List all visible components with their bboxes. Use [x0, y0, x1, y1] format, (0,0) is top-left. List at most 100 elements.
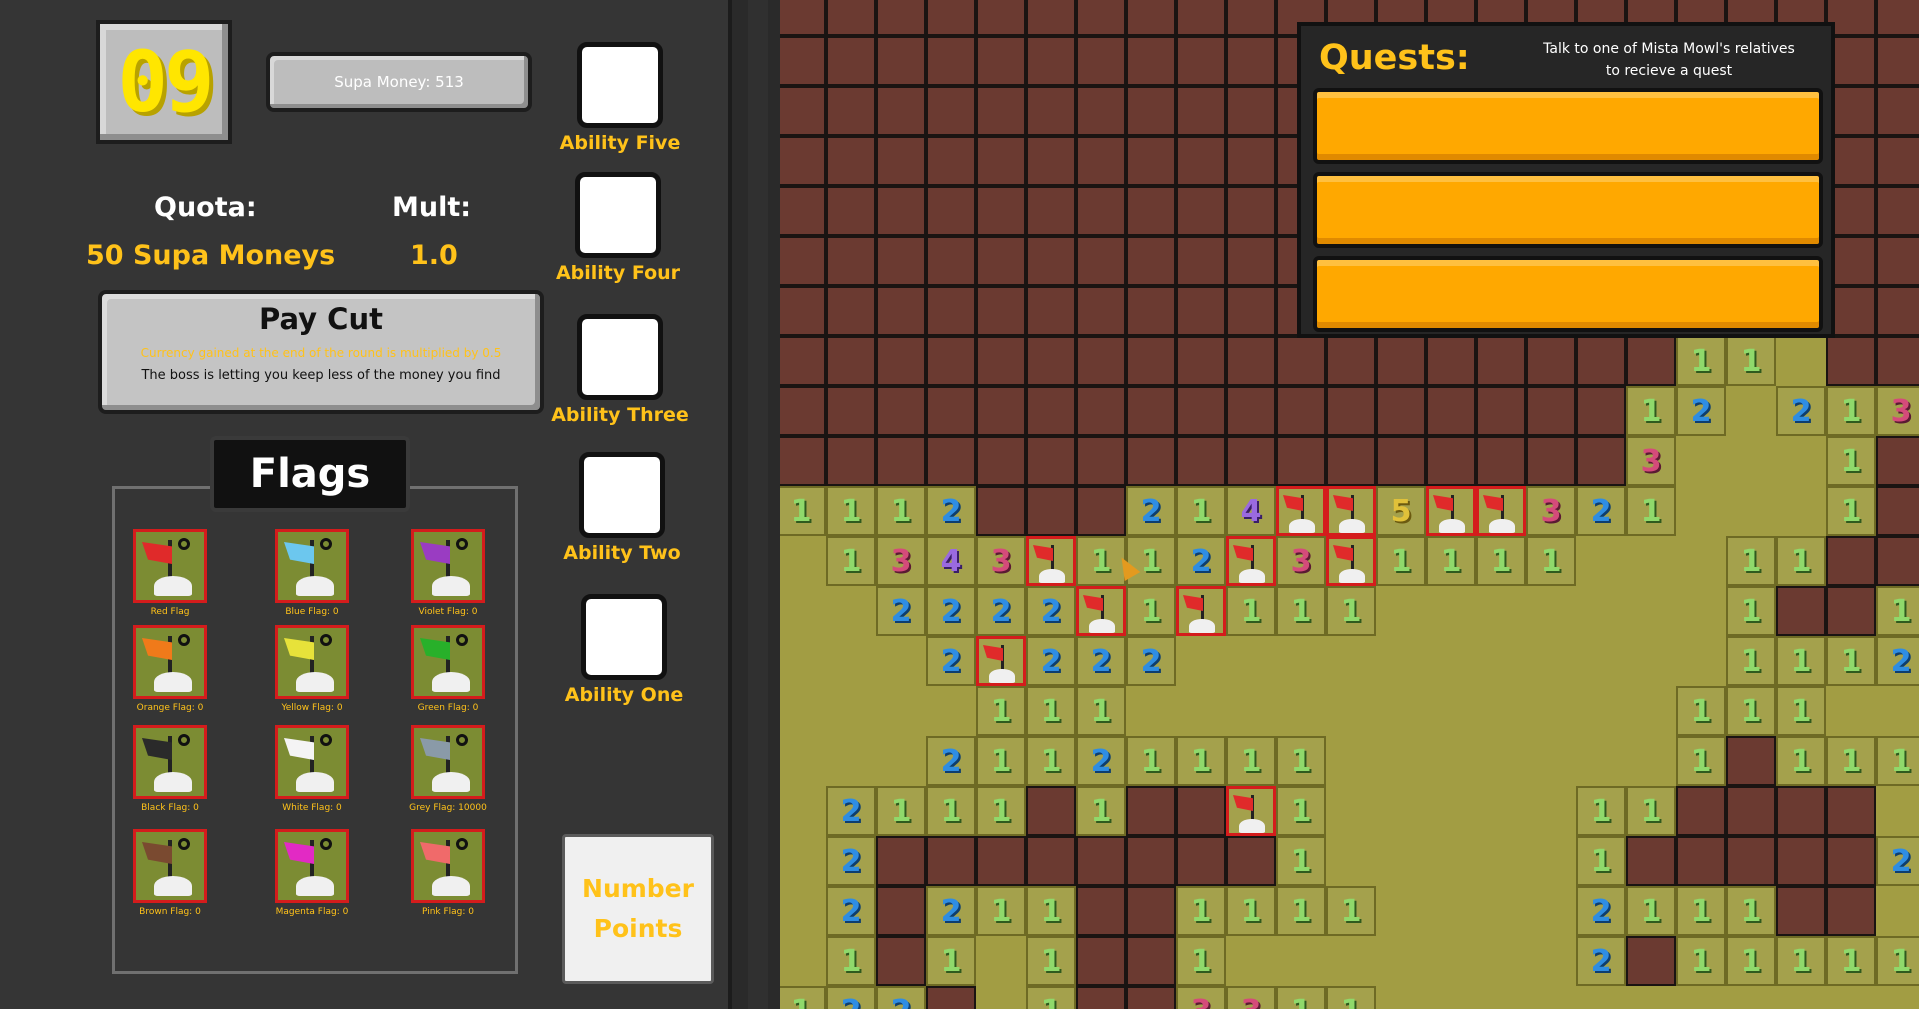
hidden-tile[interactable]	[1076, 386, 1126, 436]
number-tile[interactable]: 1	[1726, 936, 1776, 986]
hidden-tile[interactable]	[1476, 336, 1526, 386]
hidden-tile[interactable]	[1026, 236, 1076, 286]
number-tile[interactable]: 1	[1626, 486, 1676, 536]
hidden-tile[interactable]	[1276, 336, 1326, 386]
number-tile[interactable]: 1	[1476, 536, 1526, 586]
hidden-tile[interactable]	[1626, 836, 1676, 886]
number-tile[interactable]: 1	[1326, 586, 1376, 636]
hidden-tile[interactable]	[876, 186, 926, 236]
hidden-tile[interactable]	[876, 436, 926, 486]
hidden-tile[interactable]	[826, 436, 876, 486]
number-tile[interactable]: 1	[1676, 886, 1726, 936]
hidden-tile[interactable]	[1026, 486, 1076, 536]
number-tile[interactable]: 3	[876, 536, 926, 586]
hidden-tile[interactable]	[1826, 536, 1876, 586]
hidden-tile[interactable]	[1226, 186, 1276, 236]
number-tile[interactable]: 1	[1026, 886, 1076, 936]
hidden-tile[interactable]	[780, 186, 826, 236]
hidden-tile[interactable]	[1176, 386, 1226, 436]
number-tile[interactable]: 1	[1726, 886, 1776, 936]
hidden-tile[interactable]	[1576, 436, 1626, 486]
hidden-tile[interactable]	[926, 186, 976, 236]
flag-icon[interactable]	[411, 725, 485, 799]
hidden-tile[interactable]	[926, 336, 976, 386]
hidden-tile[interactable]	[1876, 186, 1919, 236]
hidden-tile[interactable]	[1076, 886, 1126, 936]
flag-icon[interactable]	[133, 529, 207, 603]
number-tile[interactable]: 1	[1026, 736, 1076, 786]
hidden-tile[interactable]	[1176, 436, 1226, 486]
number-tile[interactable]: 1	[1776, 686, 1826, 736]
hidden-tile[interactable]	[1176, 36, 1226, 86]
hidden-tile[interactable]	[876, 886, 926, 936]
hidden-tile[interactable]	[976, 486, 1026, 536]
hidden-tile[interactable]	[876, 836, 926, 886]
hidden-tile[interactable]	[1726, 786, 1776, 836]
hidden-tile[interactable]	[1276, 386, 1326, 436]
flag-slot[interactable]: Red Flag	[115, 529, 225, 617]
hidden-tile[interactable]	[1026, 136, 1076, 186]
number-tile[interactable]: 1	[1726, 586, 1776, 636]
hidden-tile[interactable]	[780, 286, 826, 336]
hidden-tile[interactable]	[1076, 0, 1126, 36]
number-tile[interactable]: 3	[1526, 486, 1576, 536]
number-tile[interactable]: 1	[1026, 936, 1076, 986]
number-tile[interactable]: 1	[1726, 536, 1776, 586]
ability-one-box[interactable]	[581, 594, 667, 680]
hidden-tile[interactable]	[1776, 886, 1826, 936]
flag-icon[interactable]	[133, 625, 207, 699]
ability-two-slot[interactable]: Ability Two	[542, 452, 702, 564]
flag-icon[interactable]	[275, 529, 349, 603]
hidden-tile[interactable]	[780, 86, 826, 136]
number-tile[interactable]: 1	[926, 936, 976, 986]
flag-slot[interactable]: Brown Flag: 0	[115, 829, 225, 917]
ability-one-slot[interactable]: Ability One	[544, 594, 704, 706]
hidden-tile[interactable]	[1176, 186, 1226, 236]
flag-slot[interactable]: Orange Flag: 0	[115, 625, 225, 713]
hidden-tile[interactable]	[976, 0, 1026, 36]
hidden-tile[interactable]	[926, 986, 976, 1009]
flag-slot[interactable]: Green Flag: 0	[393, 625, 503, 713]
hidden-tile[interactable]	[1776, 836, 1826, 886]
hidden-tile[interactable]	[1126, 136, 1176, 186]
hidden-tile[interactable]	[976, 386, 1026, 436]
flag-icon[interactable]	[411, 829, 485, 903]
hidden-tile[interactable]	[1026, 436, 1076, 486]
hidden-tile[interactable]	[926, 836, 976, 886]
hidden-tile[interactable]	[1126, 836, 1176, 886]
flagged-tile-icon[interactable]	[1326, 536, 1376, 586]
hidden-tile[interactable]	[1876, 436, 1919, 486]
hidden-tile[interactable]	[1126, 336, 1176, 386]
hidden-tile[interactable]	[876, 86, 926, 136]
hidden-tile[interactable]	[1076, 336, 1126, 386]
hidden-tile[interactable]	[1876, 536, 1919, 586]
hidden-tile[interactable]	[826, 0, 876, 36]
hidden-tile[interactable]	[826, 286, 876, 336]
hidden-tile[interactable]	[1026, 786, 1076, 836]
flag-slot[interactable]: Black Flag: 0	[115, 725, 225, 813]
number-tile[interactable]: 1	[976, 686, 1026, 736]
hidden-tile[interactable]	[876, 36, 926, 86]
hidden-tile[interactable]	[926, 436, 976, 486]
hidden-tile[interactable]	[826, 386, 876, 436]
number-tile[interactable]: 2	[1676, 386, 1726, 436]
flagged-tile-icon[interactable]	[1176, 586, 1226, 636]
number-tile[interactable]: 1	[976, 786, 1026, 836]
hidden-tile[interactable]	[1876, 0, 1919, 36]
hidden-tile[interactable]	[926, 36, 976, 86]
hidden-tile[interactable]	[876, 286, 926, 336]
hidden-tile[interactable]	[876, 386, 926, 436]
hidden-tile[interactable]	[1476, 386, 1526, 436]
hidden-tile[interactable]	[1126, 286, 1176, 336]
quest-slot-2[interactable]	[1313, 172, 1823, 248]
hidden-tile[interactable]	[1876, 336, 1919, 386]
hidden-tile[interactable]	[1826, 886, 1876, 936]
hidden-tile[interactable]	[1126, 886, 1176, 936]
number-tile[interactable]: 1	[1626, 386, 1676, 436]
hidden-tile[interactable]	[826, 236, 876, 286]
number-tile[interactable]: 2	[926, 636, 976, 686]
flag-icon[interactable]	[133, 829, 207, 903]
flag-icon[interactable]	[411, 529, 485, 603]
hidden-tile[interactable]	[1076, 136, 1126, 186]
flag-slot[interactable]: Violet Flag: 0	[393, 529, 503, 617]
